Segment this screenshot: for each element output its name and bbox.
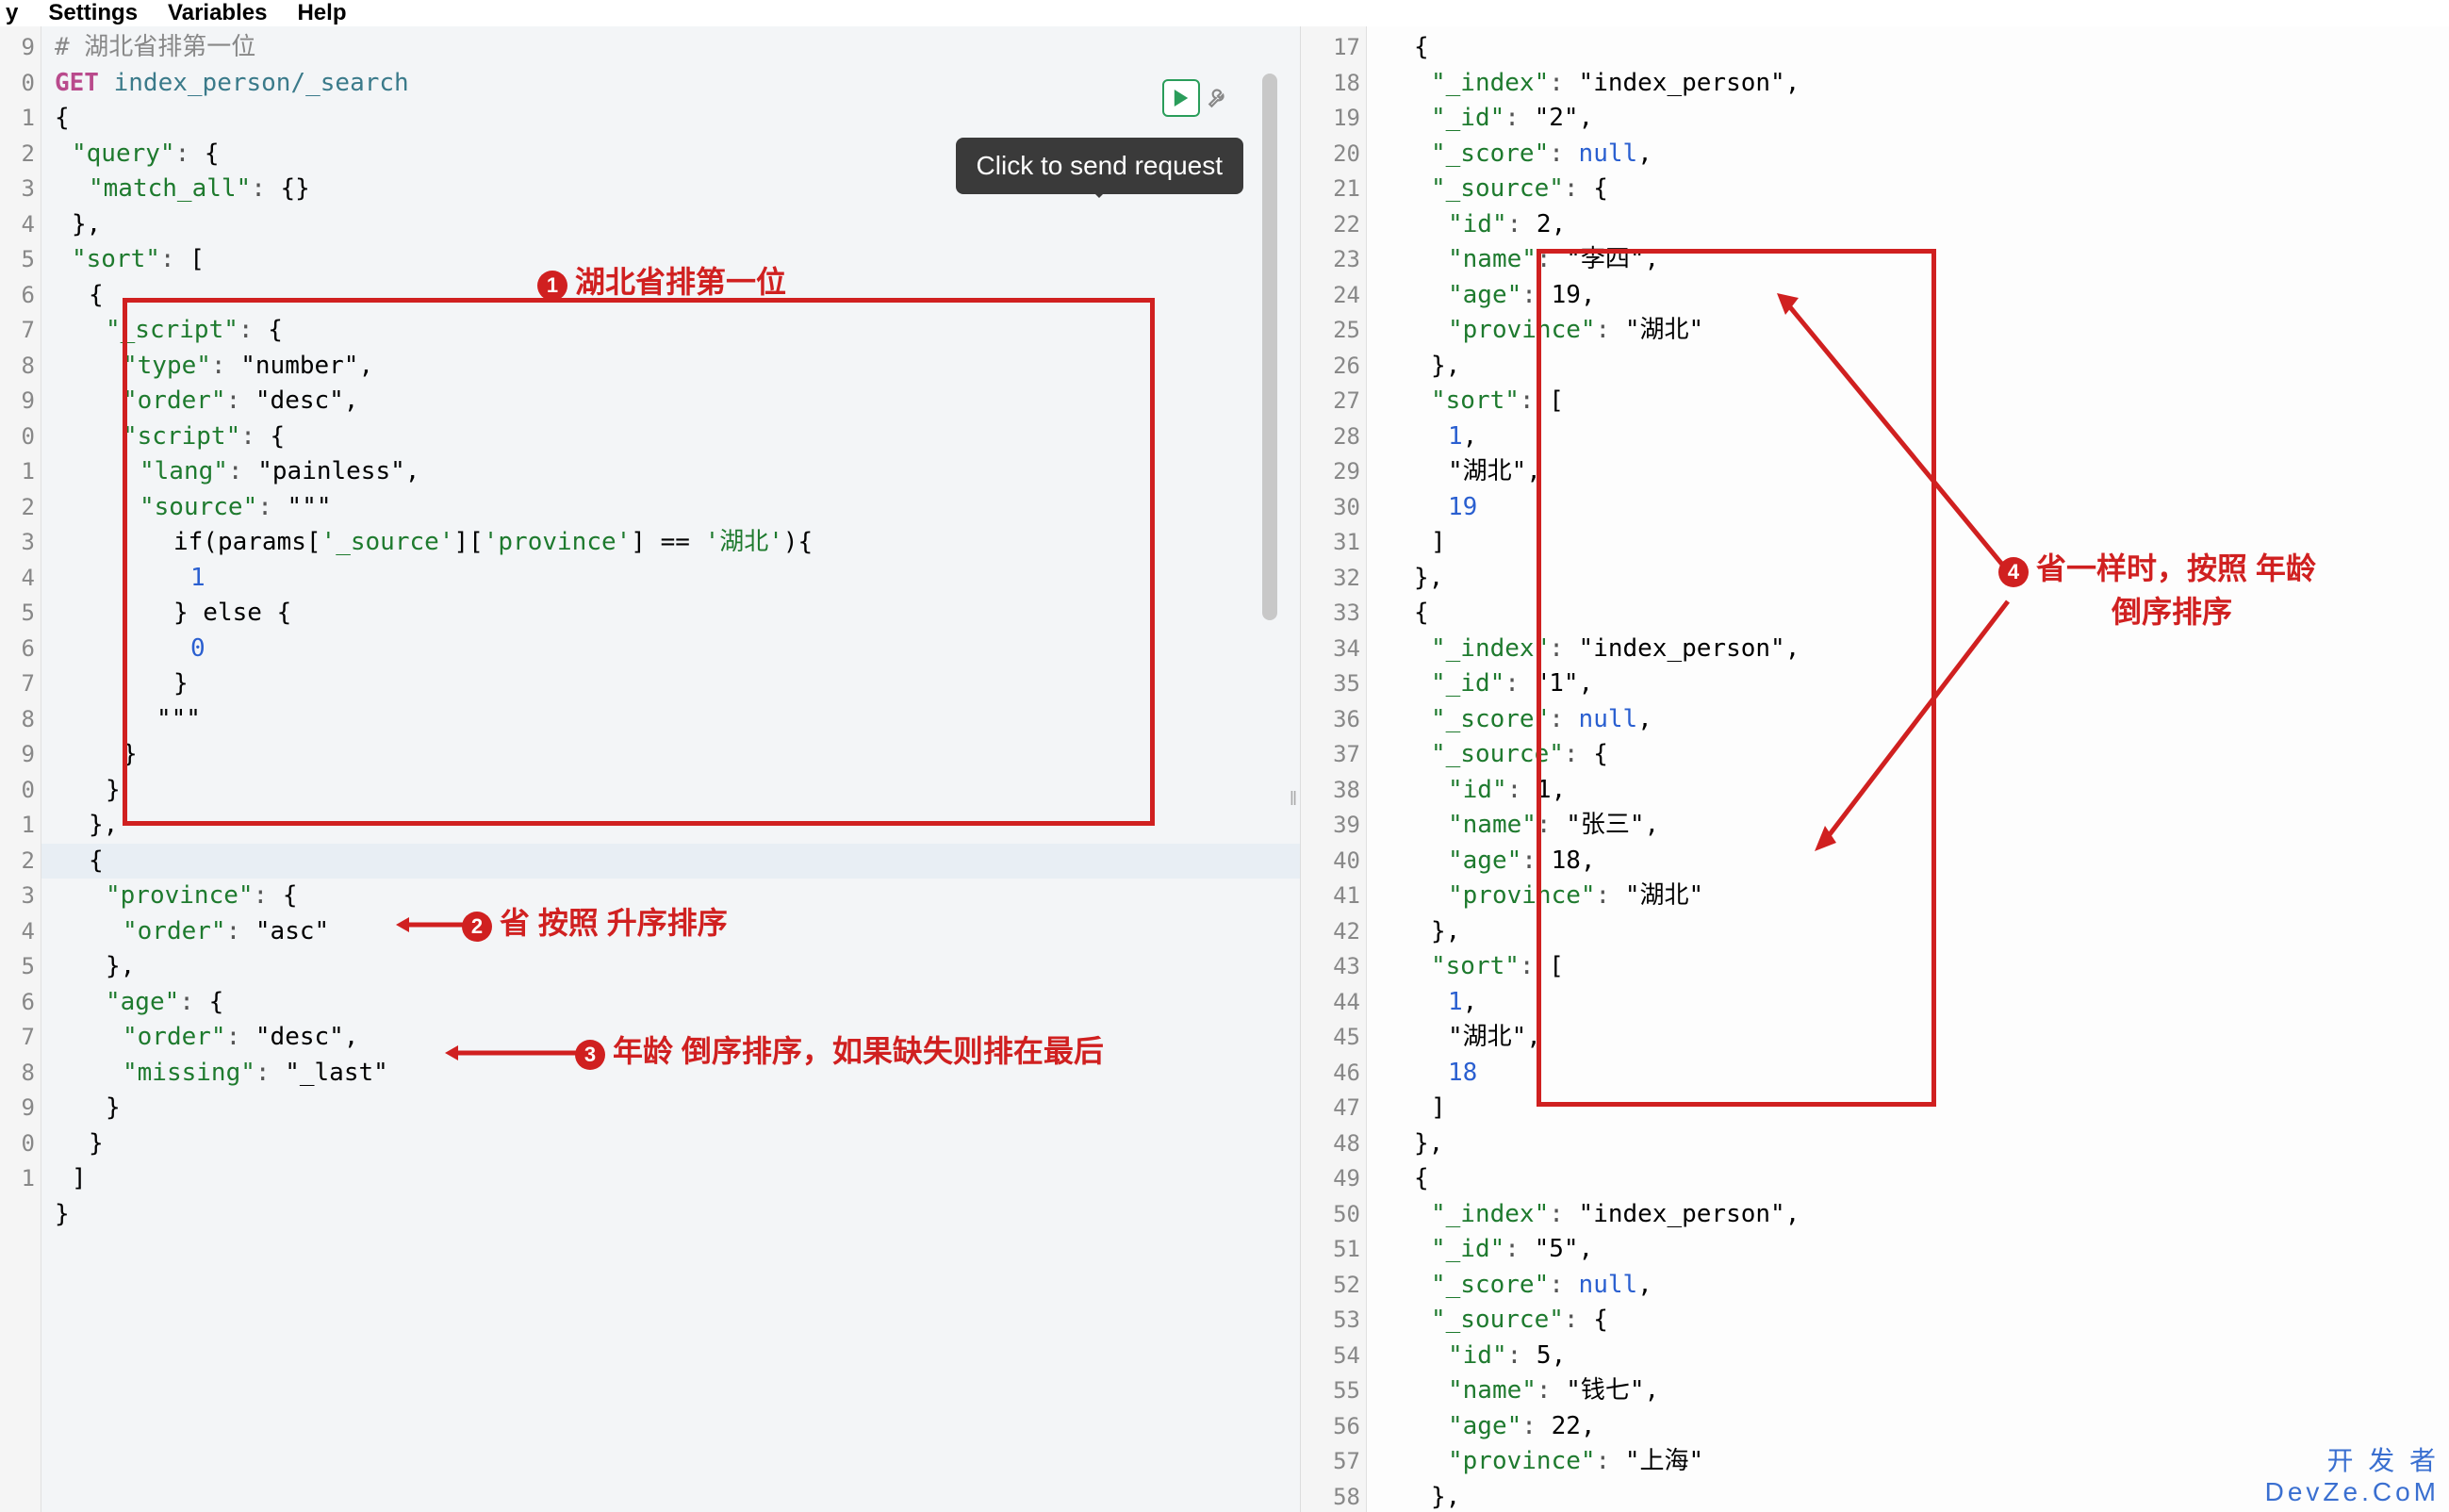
code-line[interactable]: 1, [1367, 985, 2449, 1021]
code-line[interactable]: "age": { [41, 985, 1300, 1021]
code-line[interactable]: "_source": { [1367, 1303, 2449, 1339]
run-actions [1162, 79, 1234, 117]
code-line[interactable]: "_score": null, [1367, 1268, 2449, 1304]
code-line[interactable]: { [41, 844, 1300, 879]
menu-item[interactable]: y [6, 0, 18, 26]
code-line[interactable]: "湖北", [1367, 454, 2449, 490]
code-line[interactable]: "sort": [ [41, 242, 1300, 278]
code-line[interactable]: { [41, 278, 1300, 314]
request-editor-pane: 901234567890123456789012345678901 # 湖北省排… [0, 26, 1301, 1512]
code-line[interactable]: ] [41, 1161, 1300, 1197]
code-line[interactable]: } [41, 1197, 1300, 1233]
code-line[interactable]: }, [1367, 914, 2449, 950]
code-line[interactable]: } [41, 1126, 1300, 1162]
menu-item-variables[interactable]: Variables [168, 0, 267, 26]
code-line[interactable]: "_score": null, [1367, 702, 2449, 738]
code-line[interactable]: "order": "desc", [41, 1020, 1300, 1056]
response-viewer[interactable]: {"_index": "index_person","_id": "2","_s… [1367, 26, 2449, 1512]
code-line[interactable]: # 湖北省排第一位 [41, 30, 1300, 66]
code-line[interactable]: 0 [41, 632, 1300, 667]
code-line[interactable]: "age": 19, [1367, 278, 2449, 314]
workspace: 901234567890123456789012345678901 # 湖北省排… [0, 26, 2449, 1512]
code-line[interactable]: "missing": "_last" [41, 1056, 1300, 1092]
code-line[interactable]: "_index": "index_person", [1367, 632, 2449, 667]
code-line[interactable]: ] [1367, 1091, 2449, 1126]
code-line[interactable]: "province": "上海" [1367, 1444, 2449, 1480]
code-line[interactable]: "_index": "index_person", [1367, 1197, 2449, 1233]
send-request-tooltip: Click to send request [956, 138, 1243, 194]
code-line[interactable]: "name": "钱七", [1367, 1373, 2449, 1409]
pane-resize-handle[interactable]: ‖ [1287, 781, 1300, 818]
code-line[interactable]: 18 [1367, 1056, 2449, 1092]
code-line[interactable]: 1 [41, 561, 1300, 597]
code-line[interactable]: } [41, 773, 1300, 809]
code-line[interactable]: "age": 22, [1367, 1409, 2449, 1445]
code-line[interactable]: "id": 5, [1367, 1339, 2449, 1374]
menu-item-help[interactable]: Help [297, 0, 346, 26]
code-line[interactable]: "_source": { [1367, 737, 2449, 773]
play-icon [1173, 90, 1190, 107]
code-line[interactable]: } [41, 1091, 1300, 1126]
code-line[interactable]: "name": "李四", [1367, 242, 2449, 278]
code-line[interactable]: "sort": [ [1367, 949, 2449, 985]
code-line[interactable]: { [1367, 1161, 2449, 1197]
code-line[interactable]: "script": { [41, 419, 1300, 455]
code-line[interactable]: ] [1367, 525, 2449, 561]
code-line[interactable]: "sort": [ [1367, 384, 2449, 419]
code-line[interactable]: "_id": "1", [1367, 666, 2449, 702]
code-line[interactable]: { [1367, 30, 2449, 66]
code-line[interactable]: { [41, 101, 1300, 137]
code-line[interactable]: { [1367, 596, 2449, 632]
left-gutter: 901234567890123456789012345678901 [0, 26, 41, 1512]
code-line[interactable]: GET index_person/_search [41, 66, 1300, 102]
code-line[interactable]: 19 [1367, 490, 2449, 526]
code-line[interactable]: }, [1367, 561, 2449, 597]
code-line[interactable]: if(params['_source']['province'] == '湖北'… [41, 525, 1300, 561]
code-line[interactable]: "_source": { [1367, 172, 2449, 207]
code-line[interactable]: "age": 18, [1367, 844, 2449, 879]
code-line[interactable]: "province": "湖北" [1367, 313, 2449, 349]
code-line[interactable]: "id": 1, [1367, 773, 2449, 809]
code-line[interactable]: } else { [41, 596, 1300, 632]
menu-bar: y Settings Variables Help [0, 0, 2449, 26]
menu-item-settings[interactable]: Settings [48, 0, 138, 26]
request-editor[interactable]: # 湖北省排第一位GET index_person/_search{"query… [41, 26, 1300, 1512]
code-line[interactable]: "湖北", [1367, 1020, 2449, 1056]
code-line[interactable]: "_id": "2", [1367, 101, 2449, 137]
code-line[interactable]: "type": "number", [41, 349, 1300, 385]
code-line[interactable]: } [41, 666, 1300, 702]
code-line[interactable]: "id": 2, [1367, 207, 2449, 243]
code-line[interactable]: "lang": "painless", [41, 454, 1300, 490]
response-pane: 1718192021222324252627282930313233343536… [1301, 26, 2449, 1512]
code-line[interactable]: "province": { [41, 879, 1300, 914]
code-line[interactable]: }, [1367, 1126, 2449, 1162]
code-line[interactable]: }, [41, 207, 1300, 243]
code-line[interactable]: }, [1367, 1480, 2449, 1512]
code-line[interactable]: """ [41, 702, 1300, 738]
code-line[interactable]: "source": """ [41, 490, 1300, 526]
code-line[interactable]: "_index": "index_person", [1367, 66, 2449, 102]
code-line[interactable]: }, [41, 808, 1300, 844]
send-request-button[interactable] [1162, 79, 1200, 117]
code-line[interactable]: } [41, 737, 1300, 773]
code-line[interactable]: "order": "desc", [41, 384, 1300, 419]
code-line[interactable]: "_script": { [41, 313, 1300, 349]
code-line[interactable]: 1, [1367, 419, 2449, 455]
code-line[interactable]: }, [1367, 349, 2449, 385]
code-line[interactable]: "name": "张三", [1367, 808, 2449, 844]
right-gutter: 1718192021222324252627282930313233343536… [1301, 26, 1367, 1512]
code-line[interactable]: "order": "asc" [41, 914, 1300, 950]
scrollbar-thumb[interactable] [1262, 74, 1277, 620]
code-line[interactable]: "province": "湖北" [1367, 879, 2449, 914]
code-line[interactable]: }, [41, 949, 1300, 985]
code-line[interactable]: "_id": "5", [1367, 1232, 2449, 1268]
code-line[interactable]: "_score": null, [1367, 137, 2449, 173]
wrench-icon[interactable] [1204, 79, 1234, 117]
